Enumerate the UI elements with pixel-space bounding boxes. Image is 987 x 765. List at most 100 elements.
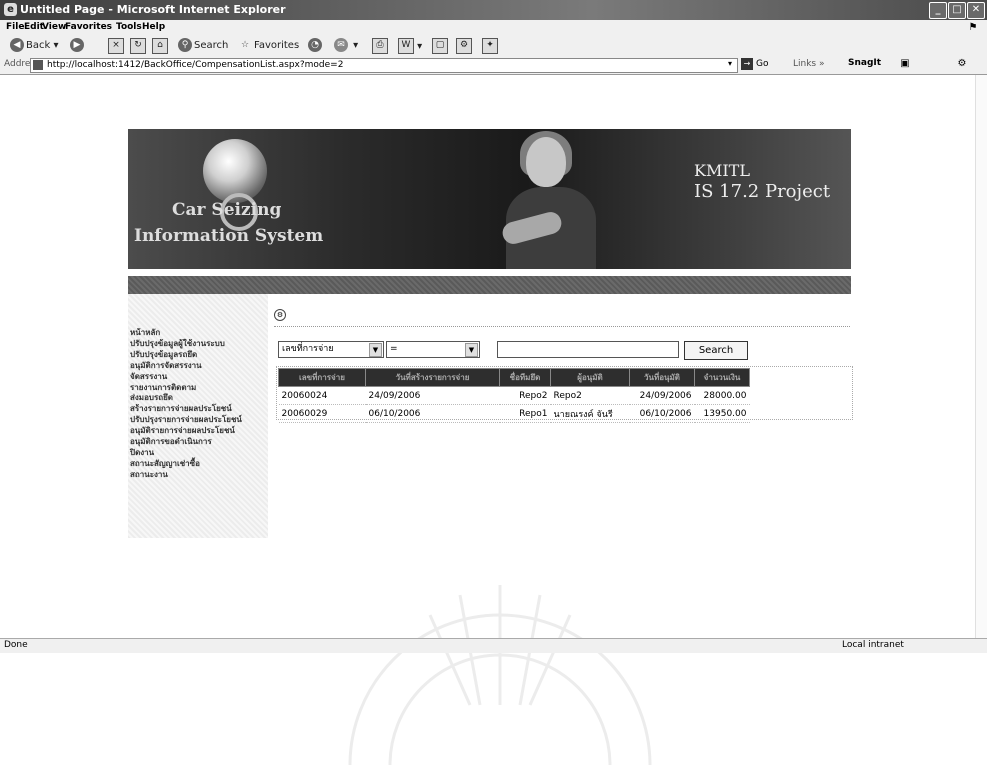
address-bar: Address http://localhost:1412/BackOffice… bbox=[0, 56, 987, 75]
minimize-button[interactable]: _ bbox=[929, 2, 947, 19]
search-button[interactable]: ⚲ Search bbox=[178, 38, 228, 53]
edit-icon: W bbox=[398, 38, 414, 54]
address-url: http://localhost:1412/BackOffice/Compens… bbox=[47, 60, 344, 70]
vertical-scrollbar[interactable] bbox=[975, 75, 987, 638]
sidebar-item-approve-payment[interactable]: อนุมัติรายการจ่ายผลประโยชน์ bbox=[130, 426, 242, 437]
search-submit-button[interactable]: Search bbox=[684, 341, 748, 360]
compensation-table: เลขที่การจ่าย วันที่สร้างรายการจ่าย ชื่อ… bbox=[278, 368, 750, 423]
cell-amount: 28000.00 bbox=[694, 386, 750, 405]
table-header-row: เลขที่การจ่าย วันที่สร้างรายการจ่าย ชื่อ… bbox=[278, 368, 750, 387]
table-row[interactable]: 20060029 06/10/2006 Repo1 นายณรงค์ จันรี… bbox=[278, 404, 750, 423]
page-content: Car Seizing Information System KMITL IS … bbox=[0, 75, 975, 765]
back-button[interactable]: ◀ Back ▾ bbox=[10, 38, 58, 53]
stop-button[interactable]: × bbox=[108, 38, 124, 54]
filter-operator-select[interactable]: = ▼ bbox=[386, 341, 480, 358]
snagit-label: SnagIt bbox=[848, 58, 882, 68]
status-text: Done bbox=[4, 640, 28, 650]
menu-tools[interactable]: Tools bbox=[116, 22, 142, 32]
cell-amount: 13950.00 bbox=[694, 404, 750, 423]
sidebar-item-deliver[interactable]: ส่งมอบรถยึด bbox=[130, 393, 242, 404]
home-icon: ⌂ bbox=[152, 38, 168, 54]
sidebar-item-create-payment[interactable]: สร้างรายการจ่ายผลประโยชน์ bbox=[130, 404, 242, 415]
extra-tool-icon[interactable]: ⚙ bbox=[955, 58, 969, 71]
search-label: Search bbox=[194, 40, 229, 51]
menu-view[interactable]: View bbox=[42, 22, 66, 32]
column-header[interactable]: วันที่อนุมัติ bbox=[629, 368, 695, 387]
mail-button[interactable]: ✉ ▾ bbox=[334, 38, 358, 53]
go-arrow-icon: → bbox=[741, 58, 753, 70]
divider bbox=[274, 326, 850, 327]
cell-team: Repo2 bbox=[499, 386, 551, 405]
column-header[interactable]: ชื่อทีมยึด bbox=[499, 368, 551, 387]
sidebar-item-close-job[interactable]: ปิดงาน bbox=[130, 448, 242, 459]
history-icon: ◔ bbox=[308, 38, 322, 52]
forward-button[interactable]: ▶ bbox=[70, 38, 86, 53]
nav-strip bbox=[128, 276, 851, 294]
address-input[interactable]: http://localhost:1412/BackOffice/Compens… bbox=[30, 58, 738, 73]
column-header[interactable]: เลขที่การจ่าย bbox=[278, 368, 366, 387]
column-header[interactable]: จำนวนเงิน bbox=[694, 368, 750, 387]
sidebar-item-approve-request[interactable]: อนุมัติการขอดำเนินการ bbox=[130, 437, 242, 448]
filter-operator-value: = bbox=[390, 344, 398, 354]
address-dropdown-icon[interactable]: ▾ bbox=[725, 59, 735, 70]
snagit-button[interactable]: SnagIt bbox=[848, 58, 881, 68]
banner-person-image bbox=[496, 129, 606, 269]
page-icon bbox=[33, 60, 43, 70]
cell-approver: Repo2 bbox=[550, 386, 630, 405]
sidebar-item-update-payment[interactable]: ปรับปรุงรายการจ่ายผลประโยชน์ bbox=[130, 415, 242, 426]
print-icon: ⎙ bbox=[372, 38, 388, 54]
snagit-window-icon[interactable]: ▣ bbox=[898, 58, 912, 71]
sidebar-item-users[interactable]: ปรับปรุงข้อมูลผู้ใช้งานระบบ bbox=[130, 339, 242, 350]
sidebar-menu: หน้าหลัก ปรับปรุงข้อมูลผู้ใช้งานระบบ ปรั… bbox=[130, 328, 242, 481]
cell-team: Repo1 bbox=[499, 404, 551, 423]
column-header[interactable]: วันที่สร้างรายการจ่าย bbox=[365, 368, 500, 387]
refresh-button[interactable]: ↻ bbox=[130, 38, 146, 54]
maximize-button[interactable]: □ bbox=[948, 2, 966, 19]
messenger-button[interactable]: ✦ bbox=[482, 38, 498, 54]
sidebar-item-cars[interactable]: ปรับปรุงข้อมูลรถยึด bbox=[130, 350, 242, 361]
links-button[interactable]: Links » bbox=[793, 59, 825, 69]
discuss-icon: ▢ bbox=[432, 38, 448, 54]
favorites-label: Favorites bbox=[254, 40, 300, 51]
research-icon: ⚙ bbox=[456, 38, 472, 54]
security-zone: Local intranet bbox=[842, 640, 904, 650]
window-title: Untitled Page - Microsoft Internet Explo… bbox=[20, 3, 286, 16]
settings-icon[interactable]: ⚙ bbox=[274, 309, 286, 321]
forward-arrow-icon: ▶ bbox=[70, 38, 84, 52]
close-button[interactable]: ✕ bbox=[967, 2, 985, 19]
cell-created-date: 06/10/2006 bbox=[365, 404, 500, 423]
chevron-down-icon: ▼ bbox=[369, 343, 382, 357]
menu-file[interactable]: File bbox=[6, 22, 24, 32]
sidebar-item-job-status[interactable]: สถานะงาน bbox=[130, 470, 242, 481]
banner-org: KMITL bbox=[694, 161, 750, 180]
favorites-button[interactable]: ☆ Favorites bbox=[238, 38, 299, 53]
cell-approver: นายณรงค์ จันรี bbox=[550, 404, 630, 423]
column-header[interactable]: ผู้อนุมัติ bbox=[550, 368, 630, 387]
home-button[interactable]: ⌂ bbox=[152, 38, 168, 54]
menu-bar: File Edit View Favorites Tools Help ⚑ bbox=[0, 20, 987, 34]
print-button[interactable]: ⎙ bbox=[372, 38, 388, 54]
filter-field-select[interactable]: เลขที่การจ่าย ▼ bbox=[278, 341, 384, 358]
banner-title-line1: Car Seizing bbox=[172, 200, 282, 220]
sidebar-item-tracking-report[interactable]: รายงานการติดตาม bbox=[130, 383, 242, 394]
cell-approved-date: 24/09/2006 bbox=[629, 386, 695, 405]
sidebar-item-assign[interactable]: จัดสรรงาน bbox=[130, 372, 242, 383]
star-icon: ☆ bbox=[240, 40, 250, 50]
windows-flag-icon: ⚑ bbox=[968, 22, 978, 33]
table-row[interactable]: 20060024 24/09/2006 Repo2 Repo2 24/09/20… bbox=[278, 386, 750, 405]
sidebar-item-approve-assign[interactable]: อนุมัติการจัดสรรงาน bbox=[130, 361, 242, 372]
chevron-down-icon: ▼ bbox=[465, 343, 478, 357]
menu-favorites[interactable]: Favorites bbox=[65, 22, 112, 32]
sidebar-item-contract-status[interactable]: สถานะสัญญาเช่าซื้อ bbox=[130, 459, 242, 470]
search-input[interactable] bbox=[497, 341, 679, 358]
edit-button[interactable]: W ▾ bbox=[398, 38, 422, 54]
menu-help[interactable]: Help bbox=[142, 22, 165, 32]
research-button[interactable]: ⚙ bbox=[456, 38, 472, 54]
go-button[interactable]: → Go bbox=[741, 58, 768, 70]
sidebar-item-home[interactable]: หน้าหลัก bbox=[130, 328, 242, 339]
banner-project: IS 17.2 Project bbox=[694, 181, 831, 202]
menu-edit[interactable]: Edit bbox=[24, 22, 44, 32]
search-icon: ⚲ bbox=[178, 38, 192, 52]
history-button[interactable]: ◔ bbox=[308, 38, 324, 53]
discuss-button[interactable]: ▢ bbox=[432, 38, 448, 54]
